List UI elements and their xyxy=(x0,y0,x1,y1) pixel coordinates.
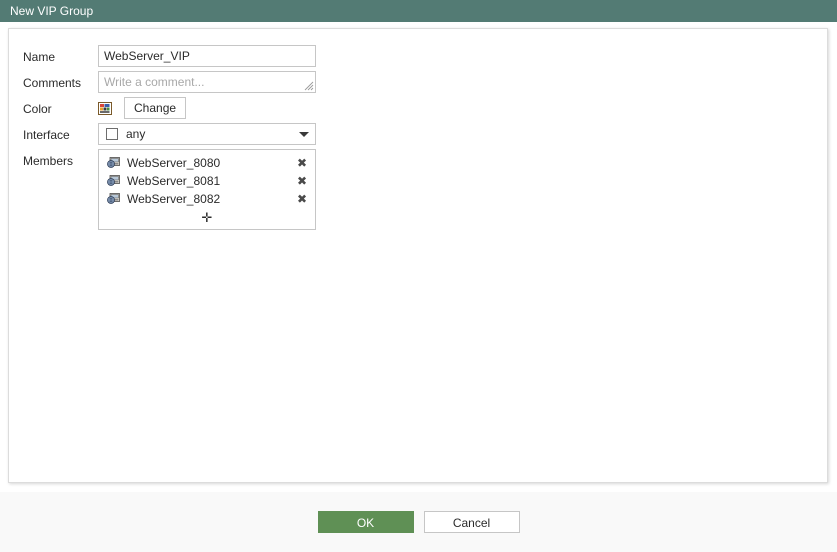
list-item[interactable]: WebServer_8082 ✖ xyxy=(99,190,315,208)
list-item[interactable]: WebServer_8081 ✖ xyxy=(99,172,315,190)
name-field-wrap xyxy=(98,45,827,67)
vip-server-icon xyxy=(107,175,120,186)
members-field-wrap: WebServer_8080 ✖ WebServer_8081 ✖ WebSer… xyxy=(98,149,827,230)
ok-button[interactable]: OK xyxy=(317,511,414,533)
comments-textarea[interactable] xyxy=(98,71,316,93)
interface-selected-value: any xyxy=(126,127,146,141)
comments-label: Comments xyxy=(23,76,82,90)
name-label: Name xyxy=(23,50,56,64)
form-row-name: Name xyxy=(23,45,827,68)
interface-checkbox[interactable] xyxy=(106,128,118,140)
add-member-row[interactable]: ✛ xyxy=(99,209,315,227)
members-list: WebServer_8080 ✖ WebServer_8081 ✖ WebSer… xyxy=(98,149,316,230)
form-row-members: Members WebServer_8080 ✖ WebServer_8081 … xyxy=(23,149,827,230)
color-label: Color xyxy=(23,102,52,116)
vip-group-form: Name Comments xyxy=(9,29,827,230)
name-input[interactable] xyxy=(98,45,316,67)
vip-server-icon xyxy=(107,193,120,204)
members-label: Members xyxy=(23,154,74,168)
dialog-workspace: Name Comments xyxy=(0,22,837,552)
dialog-footer: OK Cancel xyxy=(0,492,837,552)
remove-member-icon[interactable]: ✖ xyxy=(297,157,307,169)
form-row-comments: Comments xyxy=(23,71,827,94)
member-name: WebServer_8080 xyxy=(127,156,221,170)
member-name: WebServer_8082 xyxy=(127,192,221,206)
form-panel: Name Comments xyxy=(8,28,828,483)
add-member-icon[interactable]: ✛ xyxy=(202,212,213,225)
member-name: WebServer_8081 xyxy=(127,174,221,188)
interface-field-wrap: any xyxy=(98,123,827,145)
comments-field-wrap xyxy=(98,71,827,93)
dialog-titlebar: New VIP Group xyxy=(0,0,837,22)
change-color-button[interactable]: Change xyxy=(124,97,187,119)
cancel-button[interactable]: Cancel xyxy=(423,511,520,533)
vip-server-icon xyxy=(107,157,120,168)
list-item[interactable]: WebServer_8080 ✖ xyxy=(99,154,315,172)
interface-select[interactable]: any xyxy=(98,123,316,145)
interface-label: Interface xyxy=(23,128,70,142)
color-field-wrap: Change xyxy=(98,97,827,119)
color-palette-icon xyxy=(98,101,112,115)
form-row-interface: Interface any xyxy=(23,123,827,146)
dialog-title: New VIP Group xyxy=(10,4,94,18)
remove-member-icon[interactable]: ✖ xyxy=(297,175,307,187)
remove-member-icon[interactable]: ✖ xyxy=(297,193,307,205)
chevron-down-icon[interactable] xyxy=(299,131,309,137)
form-row-color: Color Change xyxy=(23,97,827,120)
